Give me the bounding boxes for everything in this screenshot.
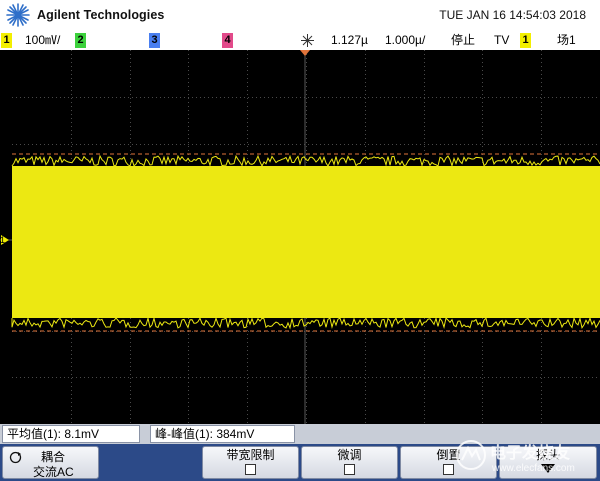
agilent-spark-icon	[6, 3, 30, 27]
graticule: 1	[0, 50, 600, 424]
ch3-indicator[interactable]: 3	[149, 33, 160, 48]
run-state: 停止	[451, 33, 476, 47]
trigger-position-icon	[300, 50, 310, 56]
time-scale: 1.000µ/	[385, 33, 426, 47]
bandwidth-limit-label: 带宽限制	[226, 448, 275, 462]
ch1-marker-label: 1	[0, 235, 5, 245]
waveform-display[interactable]: 1	[0, 50, 600, 424]
ch1-noise-band	[12, 166, 600, 318]
status-bar: 1 100㎷/ 2 3 4 1.127µ 1.000µ/ 停止 TV 1 场1	[0, 31, 600, 50]
fine-adjust-button[interactable]: 微调	[301, 446, 398, 479]
measurement-average: 平均值(1): 8.1mV	[2, 425, 140, 443]
ch1-scale: 100㎷/	[25, 33, 61, 47]
elecfans-watermark: 电子发烧友 www.elecfans.com	[456, 440, 575, 474]
ch1-waveform	[11, 154, 600, 330]
fine-adjust-label: 微调	[337, 448, 362, 462]
rotate-knob-icon	[9, 451, 22, 464]
trigger-star-icon	[301, 34, 314, 47]
bandwidth-limit-button[interactable]: 带宽限制	[202, 446, 299, 479]
measurement-peak-peak: 峰-峰值(1): 384mV	[150, 425, 295, 443]
ch1-indicator[interactable]: 1	[1, 33, 12, 48]
fine-adjust-checkbox	[344, 464, 355, 475]
coupling-value: 交流AC	[33, 465, 74, 479]
trigger-source: 1	[520, 33, 531, 48]
ch1-noise-upper-edge	[11, 154, 600, 168]
coupling-button[interactable]: 耦合 交流AC	[2, 446, 99, 479]
time-position: 1.127µ	[331, 33, 368, 47]
date-time: TUE JAN 16 14:54:03 2018	[439, 8, 586, 22]
ch2-indicator[interactable]: 2	[75, 33, 86, 48]
watermark-title: 电子发烧友	[490, 443, 571, 462]
trigger-type: 场1	[557, 33, 576, 47]
trigger-mode: TV	[494, 33, 510, 47]
title-bar: Agilent Technologies TUE JAN 16 14:54:03…	[0, 0, 600, 31]
watermark-url: www.elecfans.com	[491, 463, 575, 474]
ch4-indicator[interactable]: 4	[222, 33, 233, 48]
bandwidth-limit-checkbox	[245, 464, 256, 475]
brand-name: Agilent Technologies	[37, 8, 165, 22]
